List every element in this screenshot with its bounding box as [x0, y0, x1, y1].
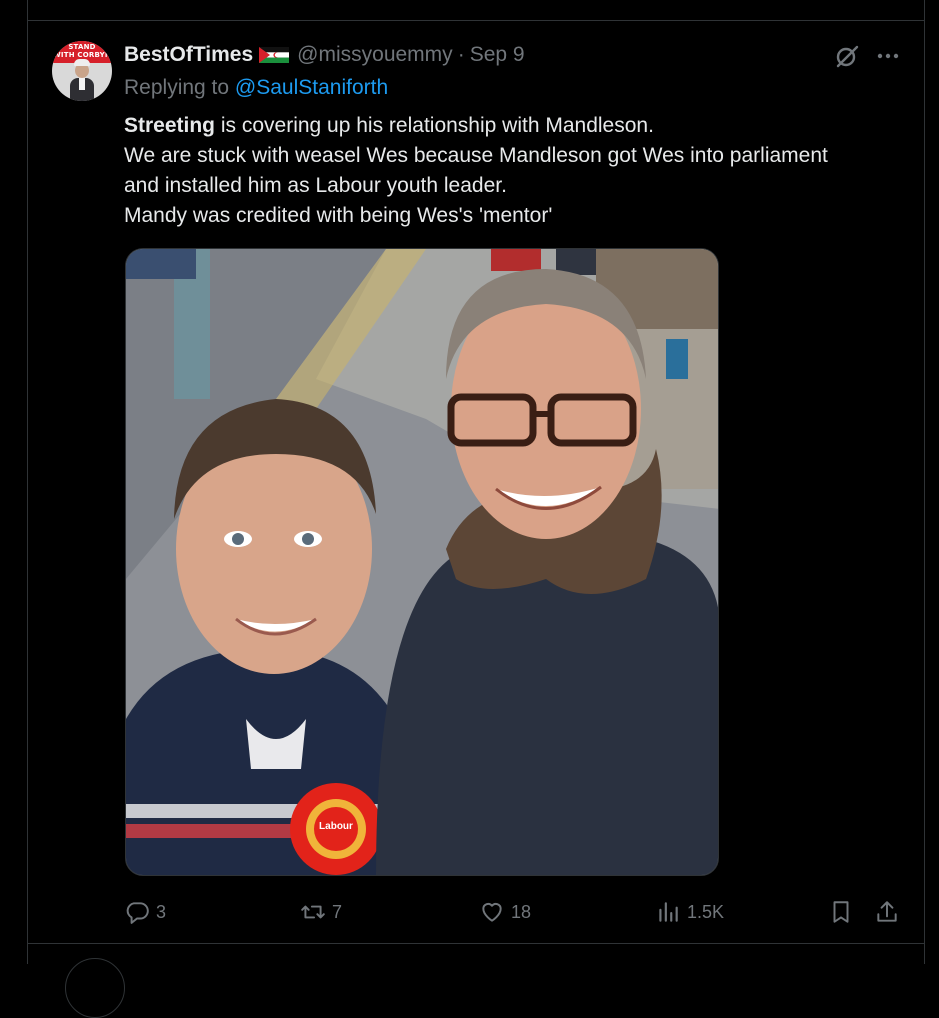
divider — [28, 943, 924, 944]
like-button[interactable]: 18 — [479, 896, 531, 928]
reply-icon — [126, 902, 149, 924]
western-sahara-flag-icon — [259, 47, 290, 63]
grok-icon[interactable] — [833, 42, 861, 70]
separator-dot: · — [457, 43, 465, 66]
tweet-text-line: We are stuck with weasel Wes because Man… — [124, 144, 828, 167]
like-count: 18 — [511, 901, 532, 922]
tweet-text: Streeting is covering up his relationshi… — [124, 111, 914, 231]
repost-count: 7 — [332, 901, 343, 922]
post-photo[interactable]: Labour — [125, 248, 719, 876]
next-post-avatar[interactable] — [65, 958, 125, 1018]
display-name[interactable]: BestOfTimes — [124, 43, 253, 67]
replying-to: Replying to @SaulStaniforth — [124, 76, 388, 100]
tweet-text-line: and installed him as Labour youth leader… — [124, 174, 507, 197]
replying-prefix: Replying to — [124, 76, 230, 99]
tweet-text-fragment: is covering up his relationship with Man… — [215, 114, 654, 137]
tweet-header: BestOfTimes @missyouemmy · Sep 9 — [124, 40, 525, 70]
avatar[interactable]: STAND WITH CORBYN — [52, 41, 112, 101]
timeline-column: STAND WITH CORBYN BestOfTimes @missyouem… — [27, 0, 925, 1018]
replying-to-handle[interactable]: @SaulStaniforth — [235, 76, 388, 99]
repost-icon — [301, 905, 325, 919]
user-handle[interactable]: @missyouemmy — [297, 43, 453, 67]
divider — [28, 20, 924, 21]
post-date[interactable]: Sep 9 — [470, 43, 525, 67]
share-button[interactable] — [874, 896, 900, 928]
views-icon — [659, 902, 678, 922]
tweet-text-line: Streeting is covering up his relationshi… — [124, 111, 914, 141]
more-icon[interactable] — [874, 42, 902, 70]
avatar-text-line2: WITH CORBYN — [53, 51, 111, 59]
rosette-label: Labour — [319, 821, 353, 832]
avatar-text-line1: STAND — [68, 43, 96, 51]
reply-button[interactable]: 3 — [124, 896, 166, 928]
avatar-person — [70, 59, 94, 101]
reply-count: 3 — [156, 901, 167, 922]
action-bar: 3 7 18 1.5K — [124, 896, 909, 928]
bookmark-icon — [833, 901, 849, 923]
tweet-text-line: Mandy was credited with being Wes's 'men… — [124, 204, 553, 227]
repost-button[interactable]: 7 — [300, 896, 342, 928]
share-icon — [877, 901, 897, 922]
views-button[interactable]: 1.5K — [655, 896, 724, 928]
bookmark-button[interactable] — [828, 896, 854, 928]
bold-word: Streeting — [124, 114, 216, 137]
view-count: 1.5K — [687, 901, 725, 922]
heart-icon — [482, 902, 502, 922]
